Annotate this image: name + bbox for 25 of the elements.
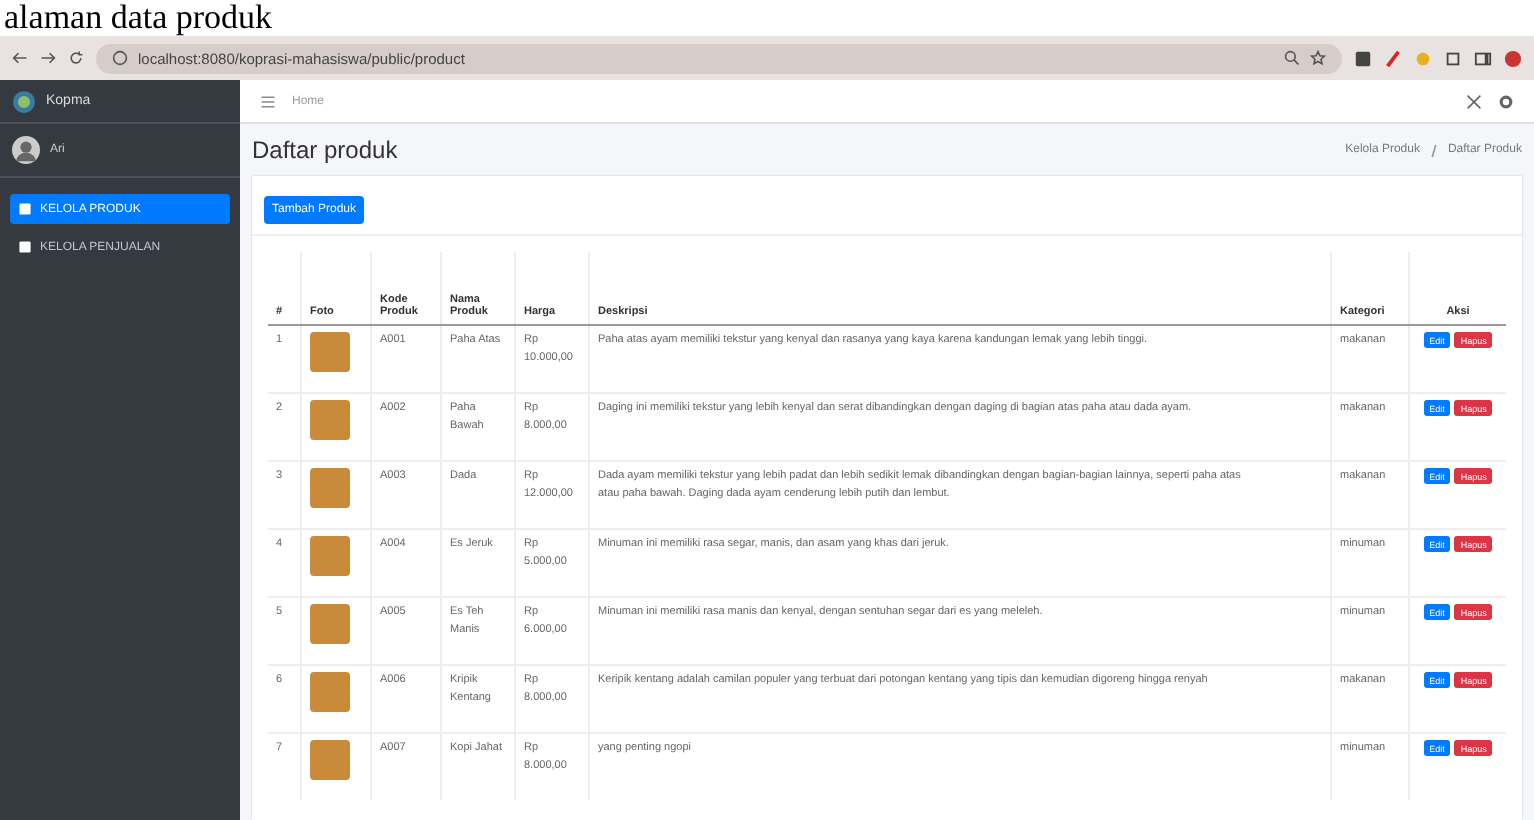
breadcrumb-separator-icon [1429,143,1438,157]
photo-placeholder [310,672,350,712]
photo-placeholder [310,332,350,372]
menu-icon[interactable] [260,93,276,109]
photo-placeholder [310,468,350,508]
logo-icon [12,89,36,113]
star-icon[interactable] [1310,50,1326,66]
photo-placeholder [310,740,350,780]
fullscreen-icon[interactable] [1466,93,1482,109]
info-icon [112,50,128,66]
search-icon[interactable] [1284,50,1300,66]
forward-icon[interactable] [40,50,56,66]
extension-icon[interactable] [1354,49,1372,67]
caption-text: alaman data produk [2,0,275,36]
avatar-icon [12,136,40,164]
page-title: Daftar produk [252,136,398,164]
pen-icon[interactable] [1384,49,1402,67]
back-icon[interactable] [12,50,28,66]
photo-placeholder [310,604,350,644]
photo-placeholder [310,400,350,440]
reload-icon[interactable] [68,50,84,66]
settings-icon[interactable] [1498,93,1514,109]
profile-icon[interactable] [1504,49,1522,67]
photo-placeholder [310,536,350,576]
sidebar-icon[interactable] [1474,49,1492,67]
